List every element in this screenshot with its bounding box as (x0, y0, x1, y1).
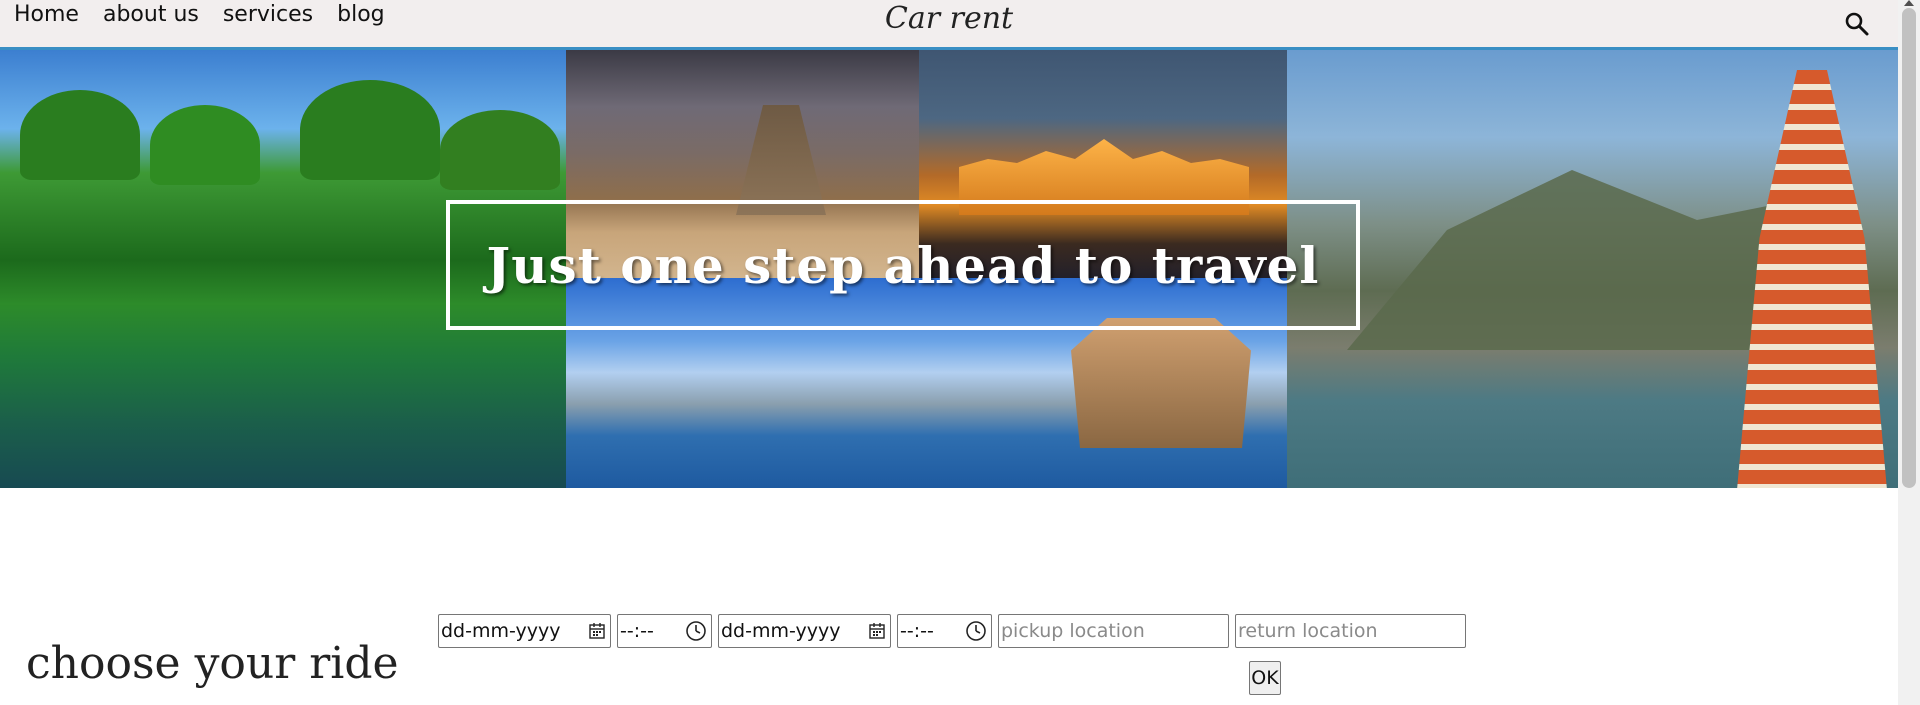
return-location-input[interactable]: return location (1235, 614, 1466, 648)
headline-frame: Just one step ahead to travel (446, 200, 1360, 330)
search-icon[interactable] (1844, 11, 1870, 37)
return-date-placeholder: dd-mm-yyyy (721, 620, 841, 642)
clock-icon[interactable] (685, 620, 707, 642)
scroll-up-arrow-icon[interactable] (1904, 0, 1914, 6)
hero-headline: Just one step ahead to travel (486, 235, 1320, 295)
nav-link-blog[interactable]: blog (337, 0, 385, 30)
top-navbar: Home about us services blog Car rent (0, 0, 1898, 50)
pickup-date-input[interactable]: dd-mm-yyyy (438, 614, 611, 648)
calendar-icon[interactable] (588, 622, 606, 640)
nav-link-services[interactable]: services (223, 0, 313, 30)
nav-link-about-us[interactable]: about us (103, 0, 199, 30)
nav-link-home[interactable]: Home (14, 0, 79, 30)
pickup-time-placeholder: --:-- (620, 620, 654, 642)
brand-title: Car rent (884, 1, 1014, 36)
hero-image-river-temple (1287, 50, 1898, 488)
calendar-icon[interactable] (868, 622, 886, 640)
temple-tower-shape (1737, 70, 1887, 488)
return-location-placeholder: return location (1238, 620, 1378, 642)
pickup-location-input[interactable]: pickup location (998, 614, 1229, 648)
palm-tree-shape (300, 80, 440, 180)
return-time-placeholder: --:-- (900, 620, 934, 642)
ok-button[interactable]: OK (1249, 661, 1281, 695)
return-time-input[interactable]: --:-- (897, 614, 992, 648)
clock-icon[interactable] (965, 620, 987, 642)
palm-tree-shape (440, 110, 560, 190)
hero-banner: Just one step ahead to travel (0, 50, 1898, 488)
temple-shape (736, 105, 826, 215)
pickup-date-placeholder: dd-mm-yyyy (441, 620, 561, 642)
return-date-input[interactable]: dd-mm-yyyy (718, 614, 891, 648)
pavilion-shape (1071, 318, 1251, 448)
pickup-location-placeholder: pickup location (1001, 620, 1145, 642)
nav-links: Home about us services blog (14, 0, 385, 30)
page-scrollbar[interactable] (1898, 0, 1920, 705)
palm-tree-shape (20, 90, 140, 180)
pickup-time-input[interactable]: --:-- (617, 614, 712, 648)
section-title: choose your ride (26, 638, 399, 689)
booking-form: dd-mm-yyyy --:-- dd-mm-yyyy --:-- pickup… (438, 614, 1466, 648)
scroll-thumb[interactable] (1902, 8, 1916, 488)
palm-tree-shape (150, 105, 260, 185)
